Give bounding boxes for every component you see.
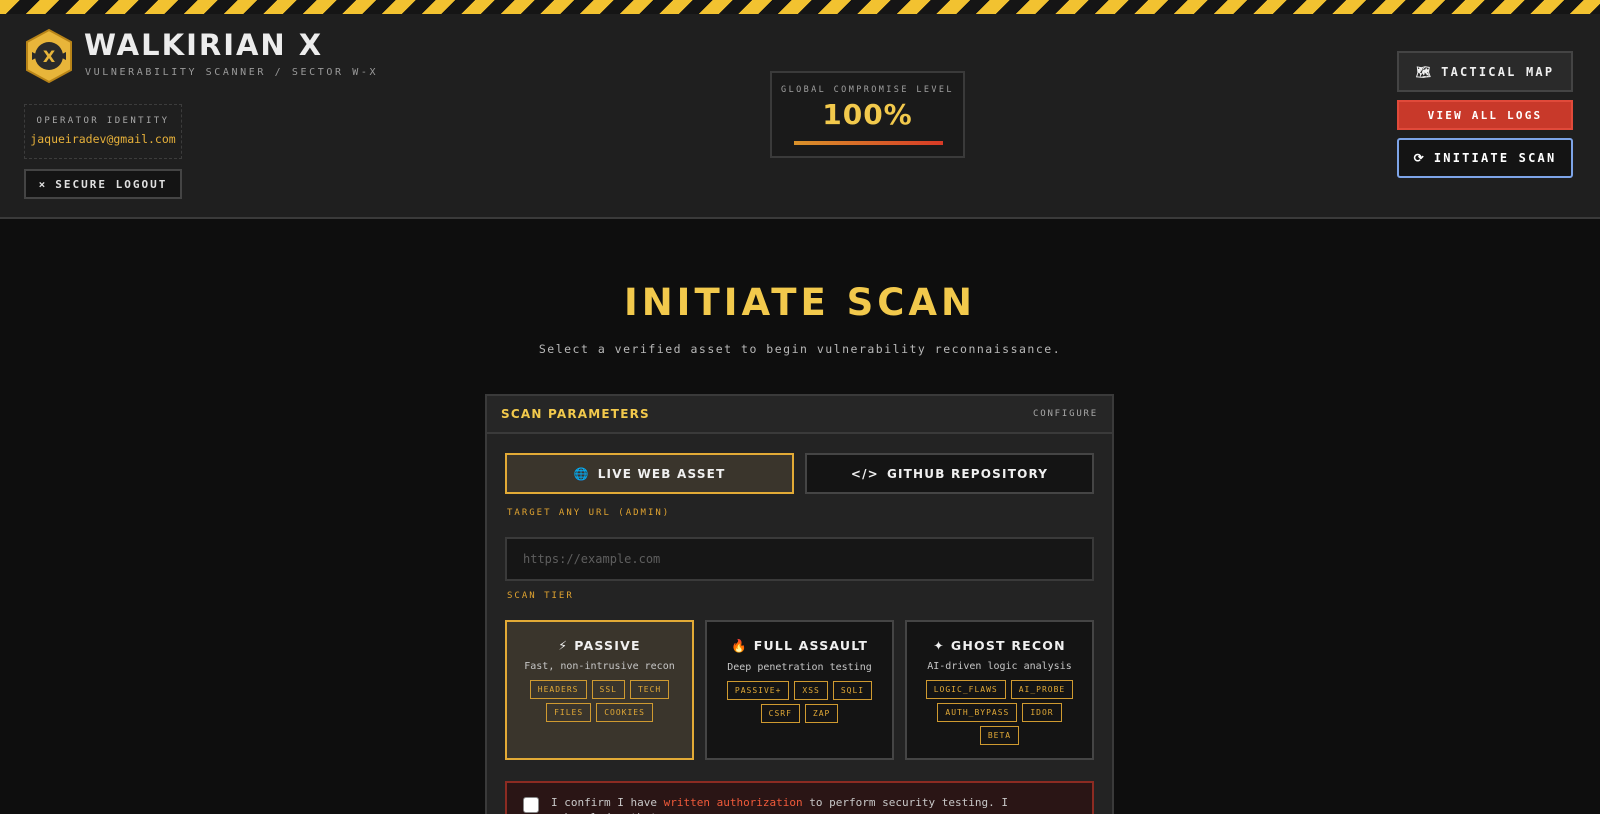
- consent-text: I confirm I have written authorization t…: [551, 795, 1081, 814]
- view-all-logs-button[interactable]: VIEW ALL LOGS: [1397, 100, 1573, 130]
- page-title: INITIATE SCAN: [623, 281, 977, 324]
- compromise-value: 100%: [822, 98, 913, 131]
- code-icon: </>: [850, 466, 879, 481]
- configure-link[interactable]: CONFIGURE: [1033, 409, 1098, 419]
- tab-live-web-asset[interactable]: 🌐 LIVE WEB ASSET: [505, 453, 794, 494]
- initiate-scan-nav-label: INITIATE SCAN: [1433, 151, 1557, 165]
- tier-tags: LOGIC_FLAWS AI_PROBE AUTH_BYPASS IDOR BE…: [919, 680, 1080, 745]
- consent-text-pre: I confirm I have: [551, 796, 664, 809]
- panel-title: SCAN PARAMETERS: [501, 407, 650, 421]
- tier-name-text: FULL ASSAULT: [753, 638, 869, 653]
- tag: AUTH_BYPASS: [937, 703, 1018, 722]
- compromise-bar: [794, 141, 943, 145]
- tag: ZAP: [804, 704, 839, 723]
- globe-icon: 🌐: [573, 466, 590, 481]
- tier-name-text: GHOST RECON: [950, 638, 1066, 653]
- tier-card-passive[interactable]: ⚡ PASSIVE Fast, non-intrusive recon HEAD…: [505, 620, 694, 760]
- tag: FILES: [546, 703, 592, 722]
- tag: TECH: [629, 680, 670, 699]
- operator-email: jaqueiradev@gmail.com: [30, 132, 176, 146]
- tag: BETA: [979, 726, 1020, 745]
- tag: PASSIVE+: [726, 681, 790, 700]
- target-url-label: TARGET ANY URL (ADMIN): [507, 508, 671, 518]
- tab-label: GITHUB REPOSITORY: [886, 466, 1049, 481]
- fire-icon: 🔥: [730, 638, 748, 653]
- tag: SQLI: [832, 681, 873, 700]
- tag: XSS: [794, 681, 828, 700]
- scan-parameters-panel: SCAN PARAMETERS CONFIGURE 🌐 LIVE WEB ASS…: [485, 394, 1114, 814]
- tag: SSL: [591, 680, 625, 699]
- lightning-icon: ⚡: [558, 638, 569, 653]
- tier-description: Deep penetration testing: [727, 662, 872, 673]
- tag: LOGIC_FLAWS: [925, 680, 1006, 699]
- tactical-map-button[interactable]: 🗺 TACTICAL MAP: [1397, 51, 1573, 92]
- brand-title: WALKIRIAN X: [84, 28, 324, 62]
- tier-name: ✦ GHOST RECON: [907, 638, 1092, 653]
- tier-card-full-assault[interactable]: 🔥 FULL ASSAULT Deep penetration testing …: [705, 620, 894, 760]
- authorization-consent: I confirm I have written authorization t…: [505, 781, 1094, 814]
- tag: IDOR: [1022, 703, 1062, 722]
- page-subtitle: Select a verified asset to begin vulnera…: [538, 342, 1062, 356]
- tier-description: Fast, non-intrusive recon: [524, 661, 675, 672]
- map-icon: 🗺: [1415, 64, 1434, 79]
- scan-tier-label: SCAN TIER: [507, 591, 574, 601]
- tag: HEADERS: [529, 680, 587, 699]
- tab-label: LIVE WEB ASSET: [597, 466, 726, 481]
- brand-subtitle: VULNERABILITY SCANNER / SECTOR W-X: [85, 67, 379, 78]
- tier-card-ghost-recon[interactable]: ✦ GHOST RECON AI-driven logic analysis L…: [905, 620, 1094, 760]
- svg-text:X: X: [43, 47, 56, 66]
- tag: COOKIES: [596, 703, 653, 722]
- compromise-label: GLOBAL COMPROMISE LEVEL: [781, 85, 954, 95]
- consent-emphasis: written authorization: [663, 796, 803, 809]
- logout-label: SECURE LOGOUT: [55, 177, 168, 191]
- tactical-map-label: TACTICAL MAP: [1441, 64, 1555, 79]
- tier-name: 🔥 FULL ASSAULT: [707, 638, 892, 654]
- view-logs-label: VIEW ALL LOGS: [1427, 108, 1543, 122]
- initiate-scan-nav-button[interactable]: ⟳ INITIATE SCAN: [1397, 138, 1573, 178]
- panel-header: SCAN PARAMETERS CONFIGURE: [487, 396, 1112, 434]
- winged-shield-x-icon: X: [24, 28, 74, 84]
- compromise-gauge: GLOBAL COMPROMISE LEVEL 100%: [770, 71, 965, 158]
- tier-name: ⚡ PASSIVE: [507, 638, 692, 653]
- tag: CSRF: [760, 704, 800, 723]
- tier-tags: PASSIVE+ XSS SQLI CSRF ZAP: [719, 681, 880, 723]
- operator-label: OPERATOR IDENTITY: [36, 116, 170, 126]
- hazard-stripe: [0, 0, 1600, 14]
- sparkle-icon: ✦: [933, 638, 945, 653]
- tier-name-text: PASSIVE: [574, 638, 641, 653]
- tag: AI_PROBE: [1010, 680, 1074, 699]
- top-header: X WALKIRIAN X VULNERABILITY SCANNER / SE…: [0, 14, 1600, 219]
- refresh-icon: ⟳: [1413, 151, 1426, 165]
- authorization-checkbox[interactable]: [523, 797, 539, 813]
- operator-identity-box: OPERATOR IDENTITY jaqueiradev@gmail.com: [24, 104, 182, 159]
- tab-github-repository[interactable]: </> GITHUB REPOSITORY: [805, 453, 1094, 494]
- close-icon: ×: [38, 177, 48, 191]
- secure-logout-button[interactable]: × SECURE LOGOUT: [24, 169, 182, 199]
- compromise-bar-fill: [794, 141, 943, 145]
- target-url-input[interactable]: [505, 537, 1094, 581]
- tier-description: AI-driven logic analysis: [927, 661, 1072, 672]
- tier-tags: HEADERS SSL TECH FILES COOKIES: [519, 680, 680, 722]
